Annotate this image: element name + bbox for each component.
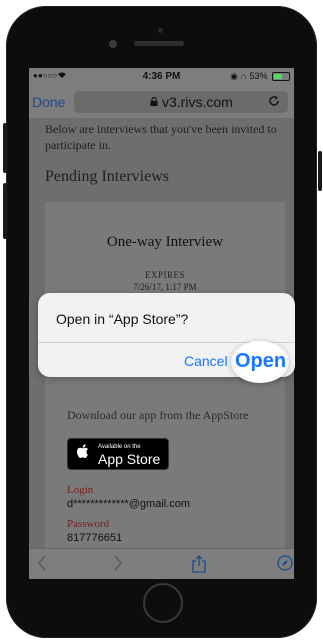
speaker-grille bbox=[134, 41, 184, 46]
done-button[interactable]: Done bbox=[32, 94, 65, 110]
open-in-app-store-dialog: Open in “App Store”? Cancel Open bbox=[38, 293, 295, 383]
apple-icon bbox=[76, 443, 90, 465]
safari-url-bar: Done v3.rivs.com bbox=[29, 86, 294, 118]
section-title: Pending Interviews bbox=[45, 168, 169, 185]
status-bar: ●●○○○ 4:36 PM ◉ ∩ 53% bbox=[29, 68, 294, 86]
volume-down-button bbox=[3, 183, 7, 239]
card-title: One-way Interview bbox=[106, 234, 224, 250]
camera-icon bbox=[109, 40, 117, 48]
login-label: Login bbox=[67, 484, 94, 496]
phone-device: ●●○○○ 4:36 PM ◉ ∩ 53% Done v3.rivs.com B… bbox=[0, 0, 323, 644]
open-button-label: Open bbox=[235, 350, 287, 372]
sensor-icon bbox=[158, 28, 163, 33]
share-icon[interactable] bbox=[192, 555, 206, 578]
app-store-badge-small-text: Available on the bbox=[98, 444, 141, 450]
expires-label: EXPIRES bbox=[144, 270, 185, 280]
compass-icon[interactable] bbox=[277, 555, 293, 576]
app-store-badge-big-text: App Store bbox=[98, 451, 161, 467]
expires-date: 7/26/17, 1:17 PM bbox=[133, 282, 197, 292]
password-value: 817776651 bbox=[67, 532, 123, 544]
open-button[interactable]: Open bbox=[231, 341, 289, 383]
url-text: v3.rivs.com bbox=[162, 94, 233, 110]
back-icon[interactable] bbox=[37, 555, 47, 576]
app-store-badge[interactable]: Available on the App Store bbox=[67, 438, 169, 470]
battery-icon bbox=[272, 72, 290, 82]
address-field[interactable]: v3.rivs.com bbox=[74, 91, 288, 113]
home-button[interactable] bbox=[143, 583, 183, 623]
safari-toolbar bbox=[29, 548, 294, 579]
status-indicators: ◉ ∩ 53% bbox=[230, 71, 290, 82]
cancel-button[interactable]: Cancel bbox=[184, 353, 228, 369]
dialog-title: Open in “App Store”? bbox=[56, 311, 189, 327]
reload-icon[interactable] bbox=[268, 94, 280, 110]
interview-card: One-way Interview EXPIRES 7/26/17, 1:17 … bbox=[45, 202, 285, 579]
power-button bbox=[318, 151, 322, 191]
status-indicator-text: ◉ ∩ 53% bbox=[230, 71, 268, 81]
download-text: Download our app from the AppStore bbox=[67, 408, 249, 422]
lock-icon bbox=[150, 96, 158, 109]
login-value: d*************@gmail.com bbox=[67, 498, 191, 510]
forward-icon[interactable] bbox=[113, 555, 123, 576]
battery-fill bbox=[274, 74, 282, 80]
password-label: Password bbox=[67, 518, 110, 530]
intro-text: Below are interviews that you've been in… bbox=[45, 122, 277, 152]
volume-up-button bbox=[3, 123, 7, 173]
